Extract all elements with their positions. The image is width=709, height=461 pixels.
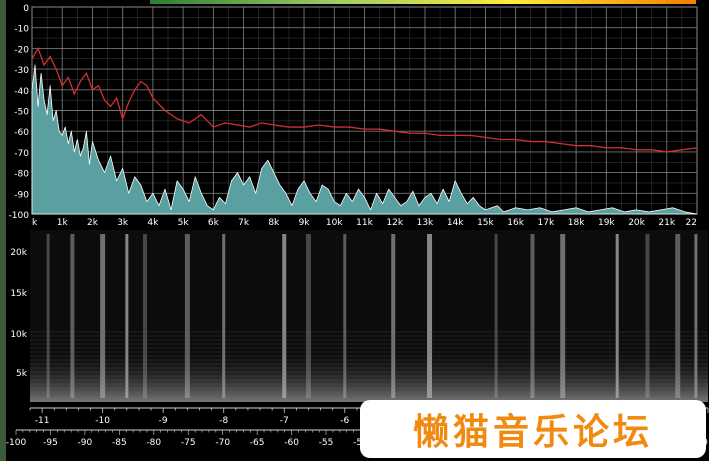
y-tick-label: -90 (14, 190, 29, 200)
x-tick-label: 13k (417, 218, 434, 228)
time-tick-label: -11 (35, 416, 50, 426)
y-tick-label: -40 (14, 87, 29, 97)
level-tick-label: -75 (181, 438, 196, 448)
transient-streak (282, 234, 287, 398)
y-tick-label: -80 (14, 170, 29, 180)
transient-streak (694, 234, 698, 398)
x-tick-label: 14k (447, 218, 464, 228)
transient-streak (184, 234, 190, 398)
freq-tick-label: 20k (10, 248, 27, 258)
x-tick-label: 12k (386, 218, 403, 228)
level-tick-label: -80 (146, 438, 161, 448)
x-tick-label: 7k (238, 218, 250, 228)
y-tick-label: -60 (14, 128, 29, 138)
time-tick-label: -7 (280, 416, 289, 426)
x-tick-label: 4k (147, 218, 159, 228)
x-tick-label: 1k (57, 218, 69, 228)
freq-tick-label: 5k (16, 369, 28, 379)
time-tick-label: -10 (95, 416, 110, 426)
transient-streak (427, 234, 433, 398)
analyzer-window: 0 -10 -20 -30 -40 -50 -60 -70 -80 -90 -100 k 1k 2k 3k 4… (0, 0, 709, 461)
watermark-text: 懒猫音乐论坛 (412, 412, 653, 453)
level-tick-label: -55 (319, 438, 334, 448)
x-tick-label: 8k (268, 218, 280, 228)
transient-streak (494, 234, 498, 398)
transient-streak (560, 234, 566, 398)
x-tick-label: 15k (477, 218, 494, 228)
freq-tick-label: 10k (10, 330, 27, 340)
x-tick-label: 5k (178, 218, 190, 228)
level-tick-label: -70 (215, 438, 230, 448)
transient-streak (645, 234, 650, 398)
x-tick-label: 20k (628, 218, 645, 228)
y-tick-label: -70 (14, 149, 29, 159)
transient-streak (222, 234, 226, 398)
x-tick-label: 11k (356, 218, 373, 228)
transient-streak (343, 234, 347, 398)
x-tick-label: 10k (326, 218, 343, 228)
transient-streak (125, 234, 129, 398)
level-tick-label: -100 (6, 438, 27, 448)
x-tick-label: 21k (658, 218, 675, 228)
transient-streak (46, 234, 50, 398)
level-tick-label: -95 (43, 438, 58, 448)
x-tick-label: 18k (568, 218, 585, 228)
transient-streak (143, 234, 148, 398)
level-tick-label: -85 (112, 438, 127, 448)
x-tick-label: k (32, 218, 38, 228)
x-tick-label: 6k (208, 218, 220, 228)
x-tick-label: 9k (299, 218, 311, 228)
transient-streak (70, 234, 75, 398)
x-tick-label: 22 (686, 218, 697, 228)
y-tick-label: -10 (14, 25, 29, 35)
level-tick-label: -65 (250, 438, 265, 448)
transient-streak (305, 234, 311, 398)
time-tick-label: -9 (159, 416, 168, 426)
y-tick-label: -50 (14, 108, 29, 118)
transient-streak (530, 234, 535, 398)
y-tick-label: -100 (9, 211, 30, 221)
transient-streak (391, 234, 396, 398)
x-tick-label: 19k (598, 218, 615, 228)
time-tick-label: -6 (340, 416, 349, 426)
y-tick-label: -20 (14, 45, 29, 55)
low-frequency-band (30, 347, 708, 402)
forum-watermark: 懒猫音乐论坛 (360, 400, 706, 458)
x-tick-label: 16k (507, 218, 524, 228)
freq-tick-label: 15k (10, 289, 27, 299)
frequency-spectrum-chart: 0 -10 -20 -30 -40 -50 -60 -70 -80 -90 -100k 1k 2k 3k 4… (9, 4, 698, 228)
x-tick-label: 17k (538, 218, 555, 228)
transient-streak (615, 234, 619, 398)
x-tick-label: 3k (117, 218, 129, 228)
y-tick-label: 0 (23, 4, 29, 14)
transient-streak (100, 234, 106, 398)
x-tick-label: 2k (87, 218, 99, 228)
y-tick-label: -30 (14, 66, 29, 76)
level-tick-label: -90 (78, 438, 93, 448)
transient-streak (675, 234, 681, 398)
level-tick-label: -60 (284, 438, 299, 448)
time-tick-label: -8 (219, 416, 228, 426)
